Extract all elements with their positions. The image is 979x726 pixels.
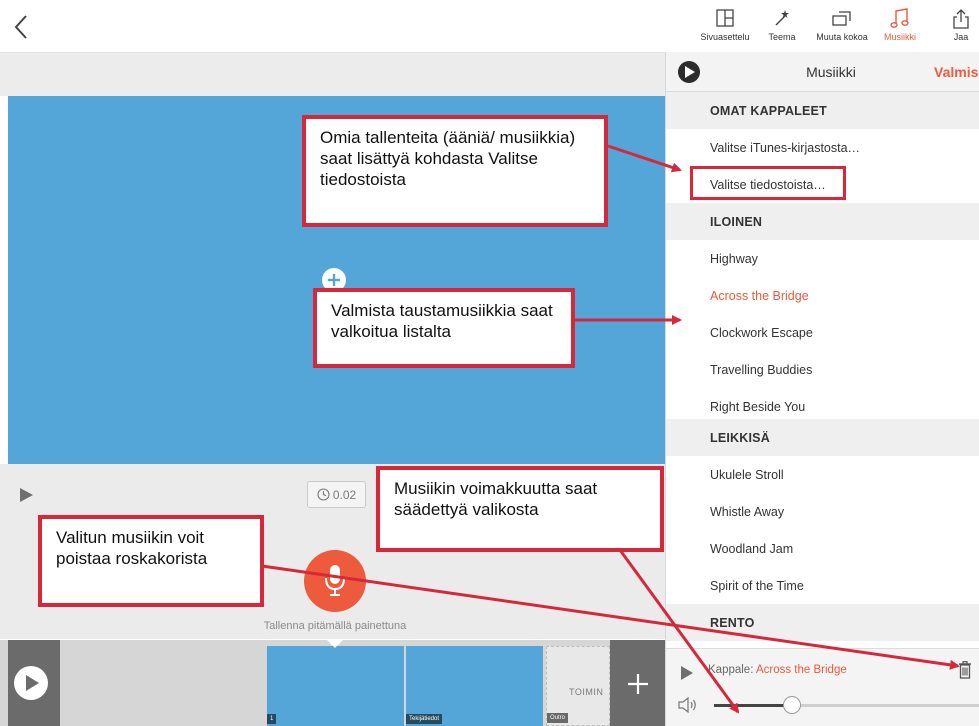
outro-text: TOIMIN: [569, 687, 604, 697]
back-chevron-icon[interactable]: [10, 12, 34, 42]
music-panel: Musiikki Valmis OMAT KAPPALEET Valitse i…: [665, 52, 979, 726]
trash-icon: [959, 661, 971, 679]
timeline-clip[interactable]: Tekijätiedot: [406, 646, 543, 726]
timeline-play-button[interactable]: [14, 666, 48, 700]
top-bar: Sivuasettelu Teema Muuta kokoa Musiikki …: [0, 0, 979, 52]
clip-tag: Tekijätiedot: [406, 714, 443, 724]
tool-share[interactable]: Jaa: [948, 8, 974, 52]
highlight-box-select-files: [690, 166, 846, 200]
section-header: ILOINEN: [666, 203, 979, 240]
tool-resize-label: Muuta kokoa: [816, 32, 868, 42]
music-list-item-selected[interactable]: Across the Bridge: [666, 277, 979, 314]
volume-slider[interactable]: [714, 696, 979, 714]
music-list-item[interactable]: Valitse iTunes-kirjastosta…: [666, 129, 979, 166]
plus-icon: [628, 674, 648, 694]
song-label: Kappale:: [708, 664, 754, 676]
section-header: OMAT KAPPALEET: [666, 92, 979, 129]
tool-layout[interactable]: Sivuasettelu: [696, 8, 754, 52]
timeline-clip[interactable]: 1: [267, 646, 404, 726]
record-button[interactable]: [304, 550, 366, 612]
section-header: LEIKKISÄ: [666, 419, 979, 456]
volume-icon: [678, 696, 698, 718]
current-song: Kappale: Across the Bridge: [708, 664, 847, 676]
clip-tag: Outro: [547, 713, 569, 723]
record-hint: Tallenna pitämällä painettuna: [263, 620, 407, 632]
volume-slider-fill: [714, 704, 793, 707]
preview-play-button[interactable]: [18, 487, 34, 503]
callout-own-recordings: Omia tallenteita (ääniä/ musiikkia) saat…: [302, 115, 608, 227]
clock-icon: [317, 488, 330, 501]
tool-share-label: Jaa: [953, 32, 969, 42]
volume-slider-knob[interactable]: [783, 696, 802, 714]
play-icon: [20, 488, 33, 502]
music-list-item[interactable]: Highway: [666, 240, 979, 277]
music-list-item[interactable]: Travelling Buddies: [666, 351, 979, 388]
music-list-item[interactable]: Spirit of the Time: [666, 567, 979, 604]
tool-theme-label: Teema: [768, 32, 796, 42]
music-list-item[interactable]: Clockwork Escape: [666, 314, 979, 351]
callout-trash: Valitun musiikin voit poistaa roskakoris…: [38, 515, 264, 607]
clip-tag: 1: [267, 714, 277, 724]
timeline-clip-outro[interactable]: TOIMIN Outro: [546, 646, 610, 726]
trash-button[interactable]: [958, 661, 972, 684]
microphone-icon: [325, 565, 345, 596]
callout-background-music: Valmista taustamusiikkia saat valkoitua …: [313, 288, 575, 368]
share-icon: [948, 8, 974, 32]
callout-volume: Musiikin voimakkuutta saat säädettyä val…: [376, 466, 664, 552]
play-icon: [685, 66, 695, 78]
duration-value: 0.02: [332, 487, 357, 502]
music-panel-title: Musiikki: [806, 64, 856, 80]
slide-duration[interactable]: 0.02: [307, 481, 366, 508]
tool-music-label: Musiikki: [883, 32, 916, 42]
music-note-icon: [878, 8, 922, 32]
section-header: RENTO: [666, 604, 979, 641]
play-icon: [26, 675, 39, 691]
toolbar: Sivuasettelu Teema Muuta kokoa Musiikki …: [690, 8, 979, 52]
music-preview-play-button[interactable]: [678, 61, 700, 83]
play-icon: [681, 666, 693, 680]
music-panel-footer: Kappale: Across the Bridge: [666, 648, 979, 726]
song-play-button[interactable]: [680, 665, 694, 686]
song-value: Across the Bridge: [755, 664, 847, 676]
add-slide-button[interactable]: [610, 640, 665, 726]
editor-header-strip: [0, 52, 665, 96]
tool-layout-label: Sivuasettelu: [700, 32, 750, 42]
layout-icon: [696, 8, 754, 32]
theme-wand-icon: [762, 8, 802, 32]
timeline-position-caret: [327, 640, 343, 648]
music-list-item[interactable]: Whistle Away: [666, 493, 979, 530]
music-list-item[interactable]: Ukulele Stroll: [666, 456, 979, 493]
done-button[interactable]: Valmis: [934, 64, 978, 80]
music-panel-header: Musiikki Valmis: [666, 52, 979, 92]
tool-theme[interactable]: Teema: [762, 8, 802, 52]
tool-music[interactable]: Musiikki: [878, 8, 922, 52]
music-list-item[interactable]: Woodland Jam: [666, 530, 979, 567]
resize-icon: [812, 8, 872, 32]
tool-resize[interactable]: Muuta kokoa: [812, 8, 872, 52]
